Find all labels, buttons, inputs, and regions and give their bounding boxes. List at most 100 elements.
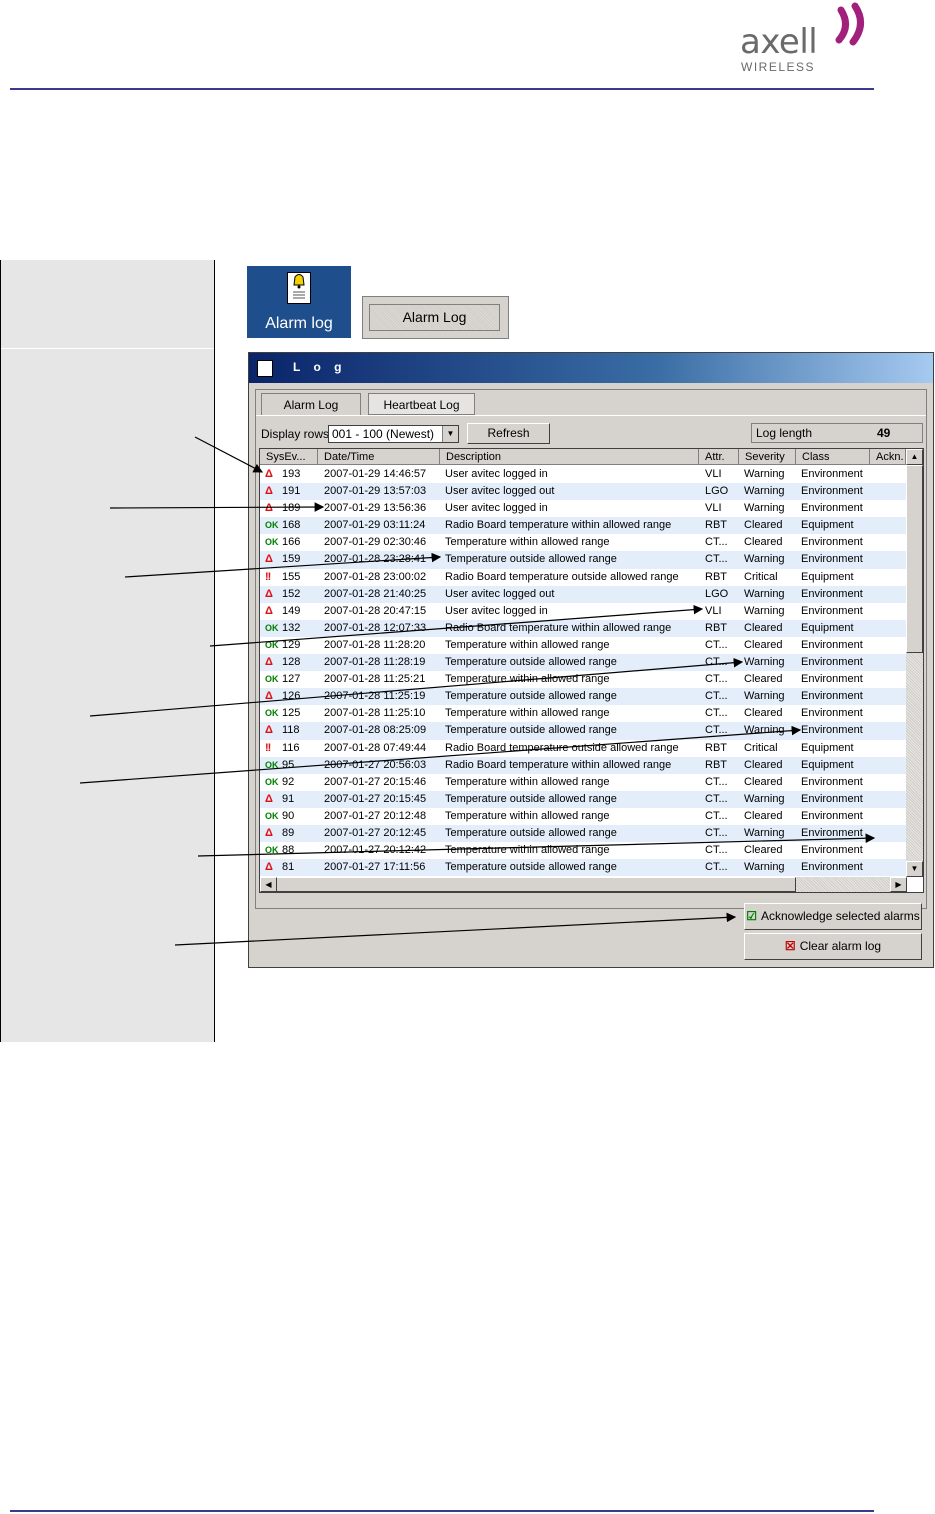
table-row[interactable]: OK 95 2007-01-27 20:56:03 Radio Board tempe… (260, 756, 906, 774)
horizontal-scroll-thumb[interactable] (276, 877, 796, 892)
cell-class: Environment (801, 656, 863, 669)
cell-sysev: 191 (282, 485, 301, 498)
cell-datetime: 2007-01-29 03:11:24 (324, 519, 426, 532)
alarm-log-text-label: Alarm Log (369, 304, 500, 331)
alarm-log-icon-button[interactable]: Alarm log (247, 266, 351, 338)
cell-sysev: 88 (282, 844, 295, 857)
clear-alarm-log-button[interactable]: ☒ Clear alarm log (744, 933, 922, 960)
log-window-titlebar: L o g (249, 353, 933, 383)
table-row[interactable]: Δ 126 2007-01-28 11:25:19 Temperature outsi… (260, 688, 906, 706)
table-row[interactable]: OK 125 2007-01-28 11:25:10 Temperature with… (260, 705, 906, 722)
cell-class: Equipment (801, 741, 854, 754)
tab-alarm-log[interactable]: Alarm Log (261, 393, 361, 415)
column-header-description[interactable]: Description (440, 449, 699, 465)
column-header-sysev[interactable]: SysEv... (260, 449, 318, 465)
column-header-severity[interactable]: Severity (739, 449, 796, 465)
table-row[interactable]: OK 92 2007-01-27 20:15:46 Temperature withi… (260, 774, 906, 791)
critical-icon: !! (265, 741, 271, 754)
cell-description: Temperature within allowed range (445, 844, 610, 857)
logo-sub-text: WIRELESS (741, 60, 816, 74)
table-row[interactable]: OK 168 2007-01-29 03:11:24 Radio Board temp… (260, 517, 906, 535)
display-rows-select[interactable]: 001 - 100 (Newest) ▼ (328, 425, 459, 443)
cell-class: Environment (801, 638, 863, 651)
cell-datetime: 2007-01-29 02:30:46 (324, 536, 427, 549)
cell-sysev: 132 (282, 621, 301, 634)
cell-description: Temperature within allowed range (445, 638, 610, 651)
cell-datetime: 2007-01-27 20:15:46 (324, 775, 427, 788)
table-row[interactable]: OK 129 2007-01-28 11:28:20 Temperature with… (260, 637, 906, 654)
cell-attr: VLI (705, 604, 722, 617)
warning-icon: Δ (265, 485, 273, 498)
table-row[interactable]: Δ 128 2007-01-28 11:28:19 Temperature outsi… (260, 654, 906, 672)
table-row[interactable]: Δ 118 2007-01-28 08:25:09 Temperature outsi… (260, 722, 906, 740)
table-row[interactable]: Δ 152 2007-01-28 21:40:25 User avitec logge… (260, 585, 906, 603)
cell-sysev: 81 (282, 861, 295, 874)
cell-sysev: 128 (282, 656, 301, 669)
header-rule (10, 88, 874, 90)
table-row[interactable]: OK 88 2007-01-27 20:12:42 Temperature withi… (260, 842, 906, 859)
table-row[interactable]: Δ 81 2007-01-27 17:11:56 Temperature outsid… (260, 859, 906, 877)
table-row[interactable]: !! 116 2007-01-28 07:49:44 Radio Board temp… (260, 740, 906, 757)
table-row[interactable]: OK 166 2007-01-29 02:30:46 Temperature with… (260, 534, 906, 551)
cell-datetime: 2007-01-27 20:15:45 (324, 792, 427, 805)
scroll-left-icon[interactable]: ◀ (260, 877, 277, 892)
column-header-datetime[interactable]: Date/Time (318, 449, 440, 465)
cell-class: Environment (801, 468, 863, 480)
table-row[interactable]: OK 90 2007-01-27 20:12:48 Temperature withi… (260, 808, 906, 825)
column-header-attr[interactable]: Attr. (699, 449, 739, 465)
cell-attr: RBT (705, 570, 727, 583)
column-header-class[interactable]: Class (796, 449, 870, 465)
cell-severity: Warning (744, 724, 785, 737)
display-rows-label: Display rows (261, 427, 330, 441)
table-row[interactable]: Δ 91 2007-01-27 20:15:45 Temperature outsid… (260, 790, 906, 808)
vertical-scrollbar[interactable]: ▲ ▼ (906, 449, 923, 877)
table-row[interactable]: Δ 159 2007-01-28 23:28:41 Temperature outsi… (260, 551, 906, 569)
cell-attr: CT... (705, 707, 728, 720)
alarm-table: SysEv... Date/Time Description Attr. Sev… (259, 448, 924, 893)
scroll-right-icon[interactable]: ▶ (890, 877, 907, 892)
cell-class: Environment (801, 553, 863, 566)
cell-severity: Warning (744, 861, 785, 874)
cell-attr: LGO (705, 587, 729, 600)
cell-attr: CT... (705, 844, 728, 857)
cell-description: Temperature within allowed range (445, 536, 610, 549)
cell-attr: LGO (705, 485, 729, 498)
cell-attr: RBT (705, 519, 727, 532)
alarm-log-text-button[interactable]: Alarm Log (362, 296, 509, 339)
cell-attr: CT... (705, 656, 728, 669)
scroll-up-icon[interactable]: ▲ (906, 449, 923, 465)
chevron-down-icon[interactable]: ▼ (442, 426, 458, 442)
acknowledge-alarms-button[interactable]: ☑ Acknowledge selected alarms (744, 903, 922, 930)
cell-description: Temperature within allowed range (445, 707, 610, 720)
vertical-scroll-thumb[interactable] (906, 465, 923, 653)
table-row[interactable]: OK 127 2007-01-28 11:25:21 Temperature with… (260, 671, 906, 688)
warning-icon: Δ (265, 826, 273, 839)
warning-icon: Δ (265, 861, 273, 874)
tab-heartbeat-log[interactable]: Heartbeat Log (368, 393, 475, 415)
cell-sysev: 189 (282, 502, 301, 515)
acknowledge-check-icon: ☑ (746, 909, 757, 923)
cell-sysev: 127 (282, 673, 301, 686)
table-row[interactable]: Δ 191 2007-01-29 13:57:03 User avitec logge… (260, 483, 906, 501)
refresh-button[interactable]: Refresh (467, 423, 550, 444)
cell-severity: Cleared (744, 809, 783, 822)
cell-class: Equipment (801, 519, 854, 532)
horizontal-scrollbar[interactable]: ◀ ▶ (260, 877, 907, 892)
column-header-ackn[interactable]: Ackn. (870, 449, 906, 465)
cell-attr: CT... (705, 861, 728, 874)
table-row[interactable]: Δ 149 2007-01-28 20:47:15 User avitec logge… (260, 603, 906, 620)
table-row[interactable]: Δ 193 2007-01-29 14:46:57 User avitec logge… (260, 466, 906, 483)
cell-class: Environment (801, 861, 863, 874)
scroll-down-icon[interactable]: ▼ (906, 861, 923, 877)
cell-datetime: 2007-01-28 21:40:25 (324, 587, 427, 600)
cell-attr: RBT (705, 758, 727, 771)
table-row[interactable]: !! 155 2007-01-28 23:00:02 Radio Board temp… (260, 569, 906, 586)
table-row[interactable]: OK 132 2007-01-28 12:07:33 Radio Board temp… (260, 619, 906, 637)
table-row[interactable]: Δ 89 2007-01-27 20:12:45 Temperature outsid… (260, 824, 906, 843)
cell-description: Radio Board temperature outside allowed … (445, 741, 679, 754)
table-row[interactable]: Δ 189 2007-01-29 13:56:36 User avitec logge… (260, 500, 906, 517)
cell-severity: Warning (744, 485, 785, 498)
cell-description: User avitec logged out (445, 587, 555, 600)
cell-datetime: 2007-01-27 20:56:03 (324, 758, 427, 771)
cell-severity: Warning (744, 553, 785, 566)
